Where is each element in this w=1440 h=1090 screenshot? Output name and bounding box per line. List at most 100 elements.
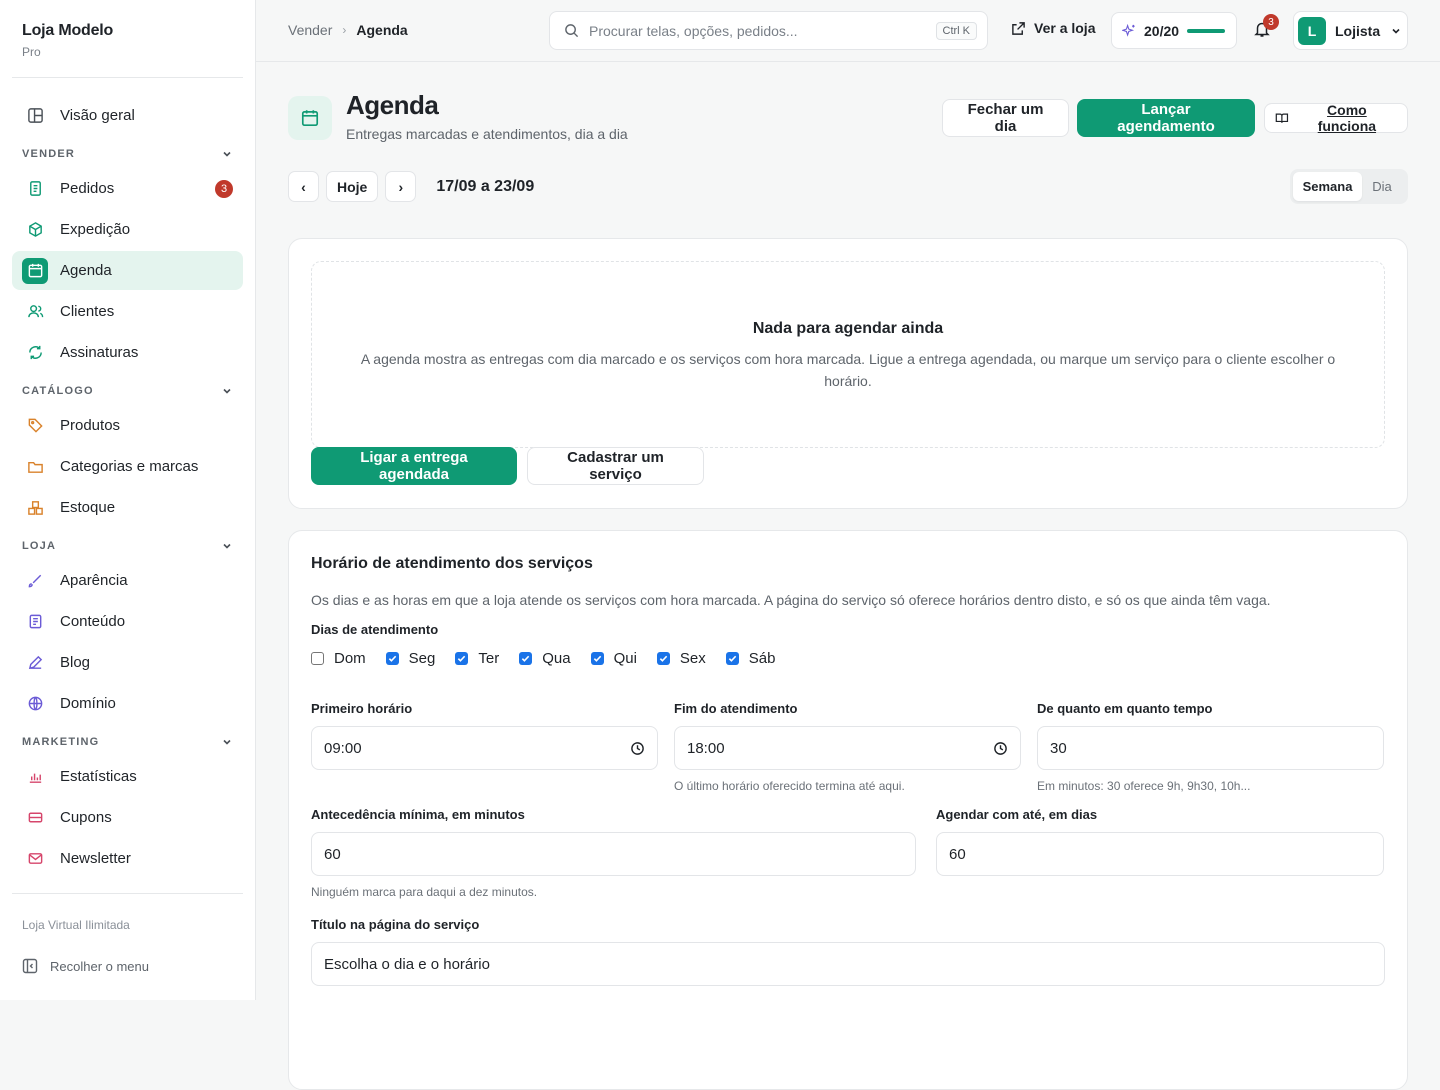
sidebar-item-newsletter[interactable]: Newsletter	[12, 839, 243, 878]
section-catalogo[interactable]: CATÁLOGO	[12, 376, 243, 406]
service-page-title-value: Escolha o dia e o horário	[324, 956, 490, 973]
sidebar-item-label: Clientes	[60, 303, 114, 320]
sidebar-item-aparencia[interactable]: Aparência	[12, 561, 243, 600]
close-day-button[interactable]: Fechar um dia	[942, 99, 1069, 137]
section-marketing[interactable]: MARKETING	[12, 727, 243, 757]
sidebar-item-categorias[interactable]: Categorias e marcas	[12, 447, 243, 486]
service-hours-description: Os dias e as horas em que a loja atende …	[311, 592, 1385, 608]
search-icon	[564, 23, 579, 38]
clock-icon[interactable]	[630, 741, 645, 756]
service-page-title-input[interactable]: Escolha o dia e o horário	[311, 942, 1385, 986]
breadcrumb-parent[interactable]: Vender	[288, 22, 332, 38]
refresh-icon	[22, 340, 48, 366]
external-link-icon	[1011, 21, 1026, 36]
empty-state-text: A agenda mostra as entregas com dia marc…	[337, 348, 1359, 392]
add-service-button[interactable]: Cadastrar um serviço	[527, 447, 704, 485]
sidebar-item-agenda[interactable]: Agenda	[12, 251, 243, 290]
quota-indicator[interactable]: 20/20	[1111, 12, 1237, 49]
sidebar-item-cupons[interactable]: Cupons	[12, 798, 243, 837]
first-time-hint	[311, 779, 658, 793]
section-label: VENDER	[22, 148, 75, 160]
sidebar-item-assinaturas[interactable]: Assinaturas	[12, 333, 243, 372]
end-time-input[interactable]: 18:00	[674, 726, 1021, 770]
view-store-link[interactable]: Ver a loja	[1011, 20, 1095, 36]
day-label: Ter	[478, 650, 499, 667]
next-week-button[interactable]: ›	[385, 171, 416, 202]
day-option[interactable]: Ter	[455, 650, 499, 667]
days-checkboxes: Dom Seg Ter Qua Qui Sex Sáb	[311, 650, 1385, 667]
section-label: CATÁLOGO	[22, 385, 94, 397]
section-label: MARKETING	[22, 736, 99, 748]
first-time-input[interactable]: 09:00	[311, 726, 658, 770]
search-box[interactable]: Ctrl K	[549, 11, 988, 50]
limits-row: Antecedência mínima, em minutos 60 Ningu…	[311, 807, 1385, 899]
store-name: Loja Modelo	[22, 22, 221, 40]
day-option[interactable]: Dom	[311, 650, 366, 667]
day-option[interactable]: Sáb	[726, 650, 776, 667]
view-day-tab[interactable]: Dia	[1362, 172, 1402, 201]
enable-scheduled-delivery-button[interactable]: Ligar a entrega agendada	[311, 447, 517, 485]
clock-icon[interactable]	[993, 741, 1008, 756]
user-menu[interactable]: L Lojista	[1293, 11, 1408, 50]
sidebar-item-label: Pedidos	[60, 180, 114, 197]
checkbox-unchecked-icon[interactable]	[311, 652, 324, 665]
section-loja[interactable]: LOJA	[12, 531, 243, 561]
end-time-label: Fim do atendimento	[674, 701, 1021, 716]
time-fields-row: Primeiro horário 09:00 Fim do atendiment…	[311, 701, 1385, 793]
checkbox-checked-icon[interactable]	[519, 652, 532, 665]
interval-input[interactable]: 30	[1037, 726, 1384, 770]
package-icon	[22, 217, 48, 243]
sidebar-item-conteudo[interactable]: Conteúdo	[12, 602, 243, 641]
day-option[interactable]: Qua	[519, 650, 570, 667]
users-icon	[22, 299, 48, 325]
notifications-button[interactable]: 3	[1253, 20, 1273, 40]
calendar-icon	[300, 108, 320, 128]
checkbox-checked-icon[interactable]	[386, 652, 399, 665]
day-option[interactable]: Sex	[657, 650, 706, 667]
launch-appointment-button[interactable]: Lançar agendamento	[1077, 99, 1255, 137]
page-title: Agenda	[346, 90, 438, 121]
sidebar: Loja Modelo Pro Visão geral VENDER Pedid…	[0, 0, 256, 1000]
sidebar-item-overview[interactable]: Visão geral	[12, 96, 243, 135]
sidebar-item-pedidos[interactable]: Pedidos 3	[12, 169, 243, 208]
checkbox-checked-icon[interactable]	[455, 652, 468, 665]
section-vender[interactable]: VENDER	[12, 139, 243, 169]
search-input[interactable]	[589, 23, 936, 39]
sidebar-item-label: Assinaturas	[60, 344, 138, 361]
day-label: Sex	[680, 650, 706, 667]
checkbox-checked-icon[interactable]	[657, 652, 670, 665]
sidebar-item-label: Domínio	[60, 695, 116, 712]
max-days-input[interactable]: 60	[936, 832, 1384, 876]
collapse-menu-button[interactable]: Recolher o menu	[12, 932, 243, 974]
prev-week-button[interactable]: ‹	[288, 171, 319, 202]
bar-chart-icon	[22, 764, 48, 790]
sidebar-item-estoque[interactable]: Estoque	[12, 488, 243, 527]
lead-time-input[interactable]: 60	[311, 832, 916, 876]
sidebar-item-label: Estoque	[60, 499, 115, 516]
breadcrumb-current: Agenda	[356, 22, 407, 38]
checkbox-checked-icon[interactable]	[591, 652, 604, 665]
lead-time-label: Antecedência mínima, em minutos	[311, 807, 916, 822]
day-option[interactable]: Seg	[386, 650, 436, 667]
day-label: Sáb	[749, 650, 776, 667]
checkbox-checked-icon[interactable]	[726, 652, 739, 665]
chevron-right-icon: ›	[342, 23, 346, 37]
days-label: Dias de atendimento	[311, 622, 1385, 637]
sidebar-item-clientes[interactable]: Clientes	[12, 292, 243, 331]
end-time-hint: O último horário oferecido termina até a…	[674, 779, 1021, 793]
sidebar-item-produtos[interactable]: Produtos	[12, 406, 243, 445]
avatar: L	[1298, 17, 1326, 45]
sidebar-item-expedicao[interactable]: Expedição	[12, 210, 243, 249]
receipt-icon	[22, 176, 48, 202]
sparkle-icon	[1122, 24, 1136, 38]
sidebar-item-blog[interactable]: Blog	[12, 643, 243, 682]
how-it-works-button[interactable]: Como funciona	[1264, 103, 1408, 133]
day-option[interactable]: Qui	[591, 650, 637, 667]
view-week-tab[interactable]: Semana	[1293, 172, 1362, 201]
day-label: Qua	[542, 650, 570, 667]
sidebar-item-estatisticas[interactable]: Estatísticas	[12, 757, 243, 796]
sidebar-item-dominio[interactable]: Domínio	[12, 684, 243, 723]
service-page-title-label: Título na página do serviço	[311, 917, 1385, 932]
today-button[interactable]: Hoje	[326, 171, 378, 202]
sidebar-item-label: Estatísticas	[60, 768, 137, 785]
